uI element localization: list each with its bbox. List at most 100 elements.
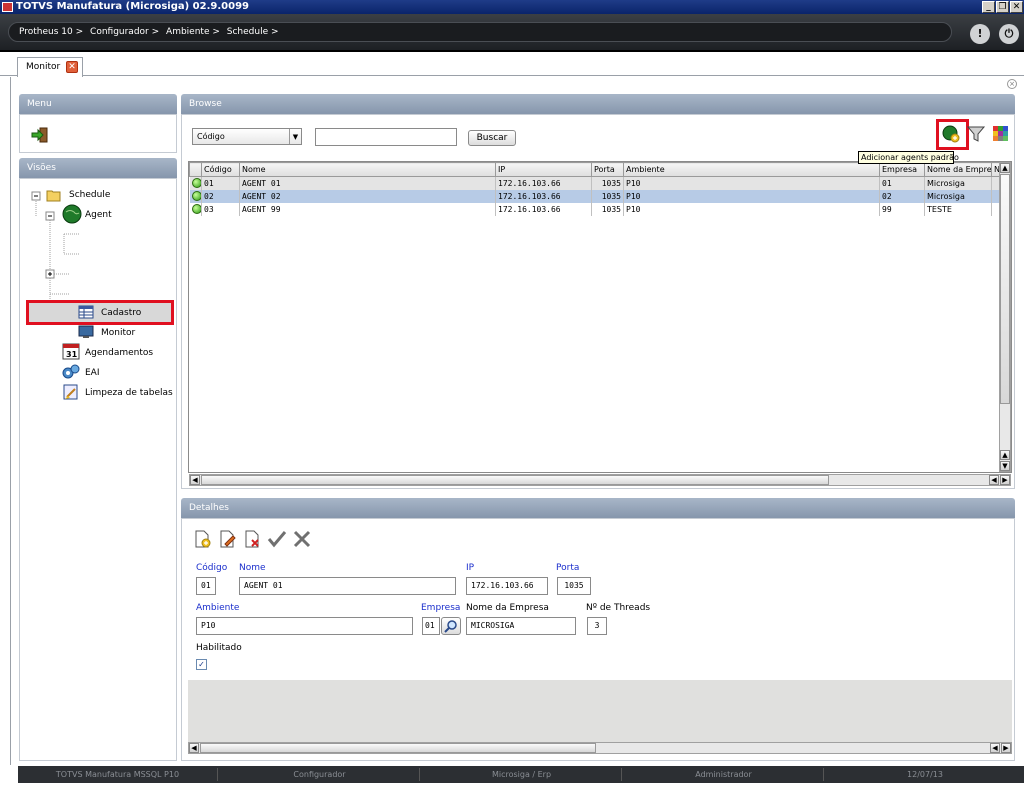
label-empresa: Empresa — [421, 603, 461, 613]
scroll-right-icon[interactable]: ▶ — [1001, 743, 1011, 753]
cell-nome: AGENT 01 — [239, 176, 496, 190]
breadcrumb-configurador[interactable]: Configurador > — [90, 27, 159, 37]
scroll-thumb-horizontal[interactable] — [201, 475, 829, 485]
status-company: Microsiga / Erp — [422, 768, 622, 781]
filter-icon[interactable] — [967, 125, 985, 143]
table-icon — [78, 305, 94, 319]
scroll-right-icon[interactable]: ▶ — [1000, 475, 1010, 485]
status-led-icon — [191, 204, 201, 214]
header-nome-empresa[interactable]: Nome da Empres — [924, 162, 992, 177]
cell-empresa: 01 — [879, 176, 925, 190]
nome-field[interactable]: AGENT 01 — [239, 577, 456, 595]
porta-field[interactable]: 1035 — [557, 577, 591, 595]
scroll-thumb-vertical[interactable] — [1000, 174, 1010, 404]
scroll-left-icon[interactable]: ◀ — [990, 743, 1000, 753]
tab-monitor[interactable]: Monitor ✕ — [17, 57, 83, 77]
search-input[interactable] — [315, 128, 457, 146]
nome-empresa-field[interactable]: MICROSIGA — [466, 617, 576, 635]
detalhes-panel-header: Detalhes — [181, 498, 1015, 518]
grid-horizontal-scrollbar[interactable]: ◀ ◀ ▶ — [189, 474, 1011, 486]
tree-eai[interactable]: EAI — [85, 366, 100, 380]
header-codigo[interactable]: Código — [201, 162, 240, 177]
status-product: TOTVS Manufatura MSSQL P10 — [18, 768, 218, 781]
header-porta[interactable]: Porta — [591, 162, 624, 177]
cell-empresa: 99 — [879, 202, 925, 216]
exit-arrow-icon[interactable] — [31, 126, 49, 144]
eai-gears-icon — [62, 364, 80, 379]
breadcrumb-ambiente[interactable]: Ambiente > — [166, 27, 220, 37]
menu-panel-title: Menu — [27, 99, 52, 109]
menu-panel-header: Menu — [19, 94, 177, 114]
cell-porta: 1035 — [591, 189, 624, 203]
tree-monitor[interactable]: Monitor — [101, 326, 135, 340]
ambiente-field[interactable]: P10 — [196, 617, 413, 635]
exit-icon[interactable]: ⏻ — [999, 24, 1019, 44]
label-threads: Nº de Threads — [586, 603, 651, 613]
status-led-icon — [191, 191, 201, 201]
calendar-icon: 31 — [62, 343, 80, 360]
color-grid-icon[interactable] — [992, 125, 1010, 143]
label-ip: IP — [466, 563, 475, 573]
breadcrumb-schedule[interactable]: Schedule > — [227, 27, 279, 37]
collapse-icon[interactable]: × — [1007, 79, 1017, 89]
status-bar: TOTVS Manufatura MSSQL P10 Configurador … — [18, 766, 1024, 783]
cell-ip: 172.16.103.66 — [495, 176, 592, 190]
cell-nome-empresa: Microsiga — [924, 176, 992, 190]
empresa-lookup-button[interactable] — [441, 617, 461, 635]
scroll-left-icon[interactable]: ◀ — [189, 743, 199, 753]
tree-limpeza[interactable]: Limpeza de tabelas — [85, 386, 173, 400]
detalhes-horizontal-scrollbar[interactable]: ◀ ◀ ▶ — [188, 742, 1012, 754]
cancel-x-icon[interactable] — [292, 530, 312, 548]
cell-empresa: 02 — [879, 189, 925, 203]
header-ip[interactable]: IP — [495, 162, 592, 177]
scroll-up-icon[interactable]: ▲ — [1000, 163, 1010, 173]
window-title: TOTVS Manufatura (Microsiga) 02.9.0099 — [16, 1, 249, 12]
codigo-field[interactable]: 01 — [196, 577, 216, 595]
empresa-field[interactable]: 01 — [422, 617, 440, 635]
tree-agendamentos[interactable]: Agendamentos — [85, 346, 153, 360]
scroll-down-icon[interactable]: ▼ — [1000, 461, 1010, 471]
search-button[interactable]: Buscar — [468, 130, 516, 146]
cell-ip: 172.16.103.66 — [495, 189, 592, 203]
header-nome[interactable]: Nome — [239, 162, 496, 177]
grid-vertical-scrollbar[interactable]: ▲ ▲ ▼ — [999, 162, 1011, 472]
search-field-value: Código — [197, 132, 225, 141]
status-user: Administrador — [624, 768, 824, 781]
tab-close-icon[interactable]: ✕ — [66, 61, 78, 73]
tree-schedule[interactable]: Schedule — [69, 188, 110, 202]
cell-codigo: 02 — [201, 189, 240, 203]
scroll-left-icon[interactable]: ◀ — [989, 475, 999, 485]
habilitado-checkbox[interactable]: ✓ — [196, 659, 207, 670]
table-header-row: Código Nome IP Porta Ambiente Empresa No… — [189, 162, 1000, 177]
table-row[interactable]: 01 AGENT 01 172.16.103.66 1035 P10 01 Mi… — [189, 176, 1000, 190]
cell-ip: 172.16.103.66 — [495, 202, 592, 216]
edit-record-icon[interactable] — [218, 530, 236, 548]
maximize-button[interactable]: ❐ — [996, 1, 1009, 13]
ip-field[interactable]: 172.16.103.66 — [466, 577, 548, 595]
chevron-down-icon[interactable]: ▼ — [289, 129, 301, 144]
label-porta: Porta — [556, 563, 580, 573]
threads-field[interactable]: 3 — [587, 617, 607, 635]
breadcrumb-protheus[interactable]: Protheus 10 > — [19, 27, 83, 37]
header-empresa[interactable]: Empresa — [879, 162, 925, 177]
delete-record-icon[interactable] — [243, 530, 261, 548]
scroll-left-icon[interactable]: ◀ — [190, 475, 200, 485]
scroll-up-icon[interactable]: ▲ — [1000, 450, 1010, 460]
minimize-button[interactable]: _ — [982, 1, 995, 13]
confirm-checkmark-icon[interactable] — [267, 530, 287, 548]
close-window-button[interactable]: ✕ — [1010, 1, 1023, 13]
cell-nome: AGENT 02 — [239, 189, 496, 203]
table-row[interactable]: 02 AGENT 02 172.16.103.66 1035 P10 02 Mi… — [189, 189, 1000, 203]
alert-icon[interactable]: ! — [970, 24, 990, 44]
status-led-icon — [191, 178, 201, 189]
header-ambiente[interactable]: Ambiente — [623, 162, 880, 177]
cadastro-highlight — [26, 300, 174, 325]
tree-cadastro[interactable]: Cadastro — [101, 306, 141, 320]
scroll-thumb-horizontal[interactable] — [200, 743, 596, 753]
agent-globe-icon — [62, 204, 82, 224]
search-field-select[interactable]: Código ▼ — [192, 128, 302, 145]
new-record-icon[interactable] — [193, 530, 211, 548]
add-agents-icon[interactable] — [942, 125, 960, 143]
table-row[interactable]: 03 AGENT 99 172.16.103.66 1035 P10 99 TE… — [189, 202, 1000, 216]
tree-agent[interactable]: Agent — [85, 208, 112, 222]
